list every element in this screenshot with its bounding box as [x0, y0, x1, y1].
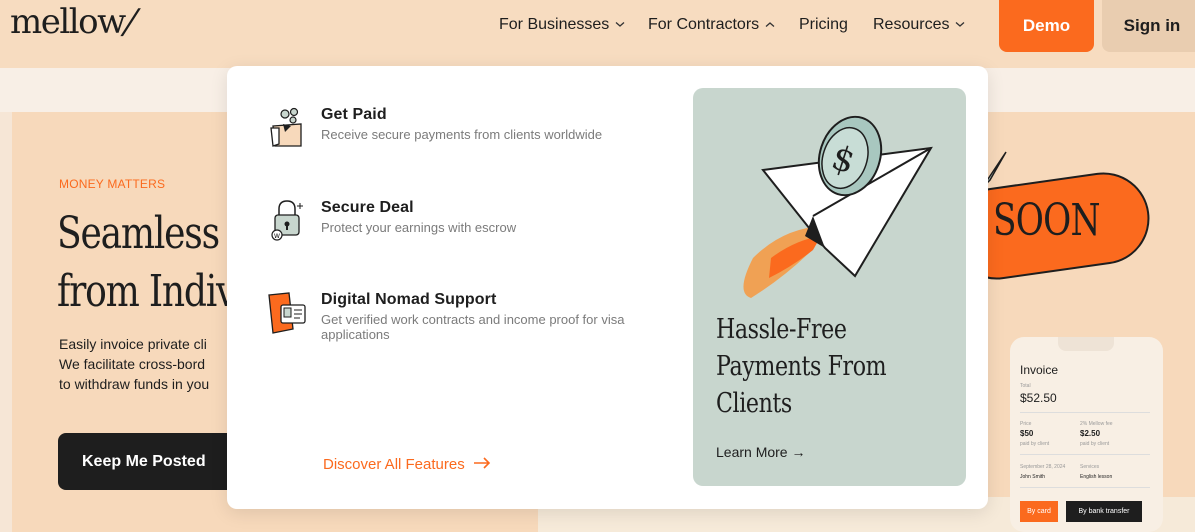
- menu-item-secure-deal[interactable]: W Secure Deal Protect your earnings with…: [267, 199, 661, 243]
- invoice-date: September 28, 2024: [1020, 464, 1066, 470]
- nav-for-contractors[interactable]: For Contractors: [648, 16, 775, 34]
- discover-all-features-link[interactable]: Discover All Features: [323, 456, 491, 473]
- nav-label: For Businesses: [499, 16, 610, 33]
- paper-plane-coin-illustration: $: [743, 115, 933, 298]
- menu-item-digital-nomad-support[interactable]: Digital Nomad Support Get verified work …: [267, 291, 661, 342]
- nav-pricing[interactable]: Pricing: [799, 16, 848, 34]
- fee-label: 2% Mellow fee: [1080, 421, 1113, 427]
- coming-soon-text: SOON: [993, 195, 1100, 246]
- id-card-icon: [267, 291, 307, 335]
- site-header: mellow/ For Businesses For Contractors P…: [0, 0, 1195, 68]
- menu-item-text: Digital Nomad Support Get verified work …: [321, 291, 661, 342]
- menu-item-title: Secure Deal: [321, 199, 414, 216]
- fee-value: $2.50: [1080, 429, 1101, 438]
- menu-item-title: Get Paid: [321, 106, 387, 123]
- menu-item-get-paid[interactable]: Get Paid Receive secure payments from cl…: [267, 106, 661, 150]
- chevron-up-icon: [765, 19, 775, 31]
- phone-notch: [1058, 337, 1114, 351]
- nav-label: For Contractors: [648, 16, 760, 33]
- divider: [1020, 487, 1150, 488]
- price-value: $50: [1020, 429, 1034, 438]
- price-label: Price: [1020, 421, 1032, 427]
- hero-eyebrow: MONEY MATTERS: [59, 177, 166, 191]
- menu-item-description: Get verified work contracts and income p…: [321, 312, 625, 342]
- mellow-logo[interactable]: mellow/: [10, 2, 141, 42]
- chevron-down-icon: [955, 19, 965, 31]
- arrow-right-icon: [473, 456, 491, 473]
- keep-me-posted-button[interactable]: Keep Me Posted: [58, 433, 238, 490]
- chevron-down-icon: [615, 19, 625, 31]
- fee-sub: paid by client: [1080, 441, 1110, 447]
- invoice-total-label: Total: [1020, 383, 1031, 389]
- menu-item-description: Receive secure payments from clients wor…: [321, 127, 603, 142]
- promo-title-line: Clients: [716, 388, 792, 419]
- invoice-total: $52.50: [1020, 391, 1057, 405]
- invoice-mockup: Invoice Total $52.50 Price $50 paid by c…: [1010, 337, 1163, 532]
- menu-item-description: Protect your earnings with escrow: [321, 220, 517, 235]
- nav-resources[interactable]: Resources: [873, 16, 965, 34]
- wallet-coins-icon: [267, 106, 307, 150]
- menu-item-title: Digital Nomad Support: [321, 291, 497, 308]
- invoice-name: John Smith: [1020, 474, 1046, 480]
- promo-title-line: Payments From: [716, 351, 887, 382]
- divider: [1020, 454, 1150, 455]
- nav-label: Resources: [873, 16, 950, 33]
- padlock-icon: W: [267, 199, 307, 243]
- nav-for-businesses[interactable]: For Businesses: [499, 16, 625, 34]
- divider: [1020, 412, 1150, 413]
- nav-label: Pricing: [799, 16, 848, 33]
- promo-card[interactable]: $ Hassle-Free Payments From Clients Lear…: [693, 88, 966, 486]
- pay-by-bank-button[interactable]: By bank transfer: [1066, 501, 1142, 522]
- services-value: English lesson: [1080, 474, 1113, 480]
- invoice-title: Invoice: [1020, 363, 1059, 377]
- menu-item-text: Get Paid Receive secure payments from cl…: [321, 106, 661, 150]
- menu-item-text: Secure Deal Protect your earnings with e…: [321, 199, 661, 243]
- discover-label: Discover All Features: [323, 456, 465, 473]
- services-label: Services: [1080, 464, 1100, 470]
- sign-in-button[interactable]: Sign in: [1102, 0, 1195, 52]
- price-sub: paid by client: [1020, 441, 1050, 447]
- promo-title: Hassle-Free Payments From Clients: [716, 311, 946, 422]
- contractors-dropdown-menu: Get Paid Receive secure payments from cl…: [227, 66, 988, 509]
- pay-by-card-button[interactable]: By card: [1020, 501, 1058, 522]
- learn-more-link[interactable]: Learn More →: [716, 444, 805, 460]
- svg-text:W: W: [274, 233, 280, 240]
- promo-title-line: Hassle-Free: [716, 314, 847, 345]
- demo-button[interactable]: Demo: [999, 0, 1094, 52]
